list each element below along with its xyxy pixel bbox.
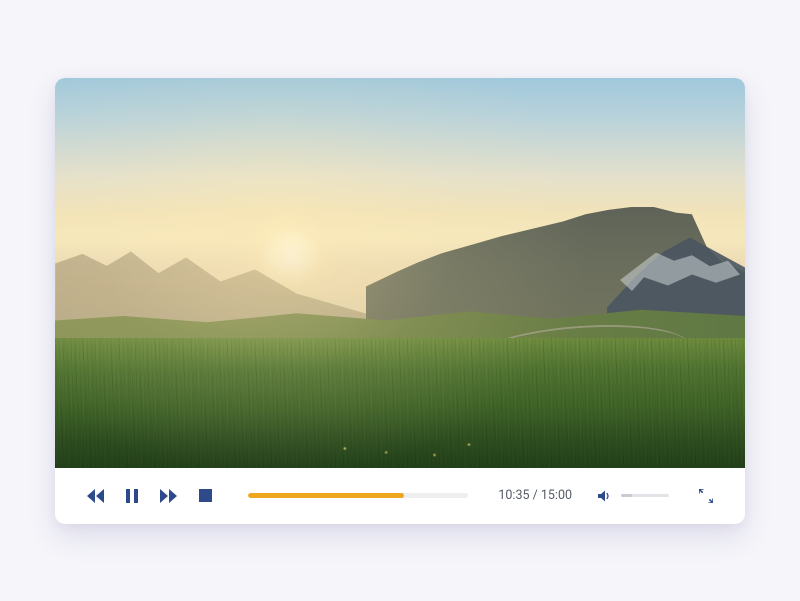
playback-buttons xyxy=(83,485,216,507)
pause-button[interactable] xyxy=(122,485,142,507)
time-display: 10:35 / 15:00 xyxy=(498,488,572,503)
seek-group xyxy=(248,493,468,498)
volume-bar[interactable] xyxy=(621,494,669,497)
volume-icon xyxy=(598,490,611,502)
rewind-button[interactable] xyxy=(83,485,108,507)
scene-grass-texture xyxy=(55,338,745,468)
fast-forward-button[interactable] xyxy=(156,485,181,507)
pause-icon xyxy=(126,489,138,503)
fullscreen-icon xyxy=(699,489,713,503)
seek-bar-fill xyxy=(248,493,404,498)
stop-button[interactable] xyxy=(195,485,216,506)
fullscreen-button[interactable] xyxy=(695,485,717,507)
controls-bar: 10:35 / 15:00 xyxy=(55,468,745,524)
stop-icon xyxy=(199,489,212,502)
volume-bar-fill xyxy=(621,494,632,497)
fast-forward-icon xyxy=(160,489,177,503)
volume-group xyxy=(594,486,669,506)
seek-bar[interactable] xyxy=(248,493,468,498)
scene-meadow xyxy=(55,338,745,468)
volume-button[interactable] xyxy=(594,486,615,506)
video-frame[interactable] xyxy=(55,78,745,468)
video-player-card: 10:35 / 15:00 xyxy=(55,78,745,524)
rewind-icon xyxy=(87,489,104,503)
